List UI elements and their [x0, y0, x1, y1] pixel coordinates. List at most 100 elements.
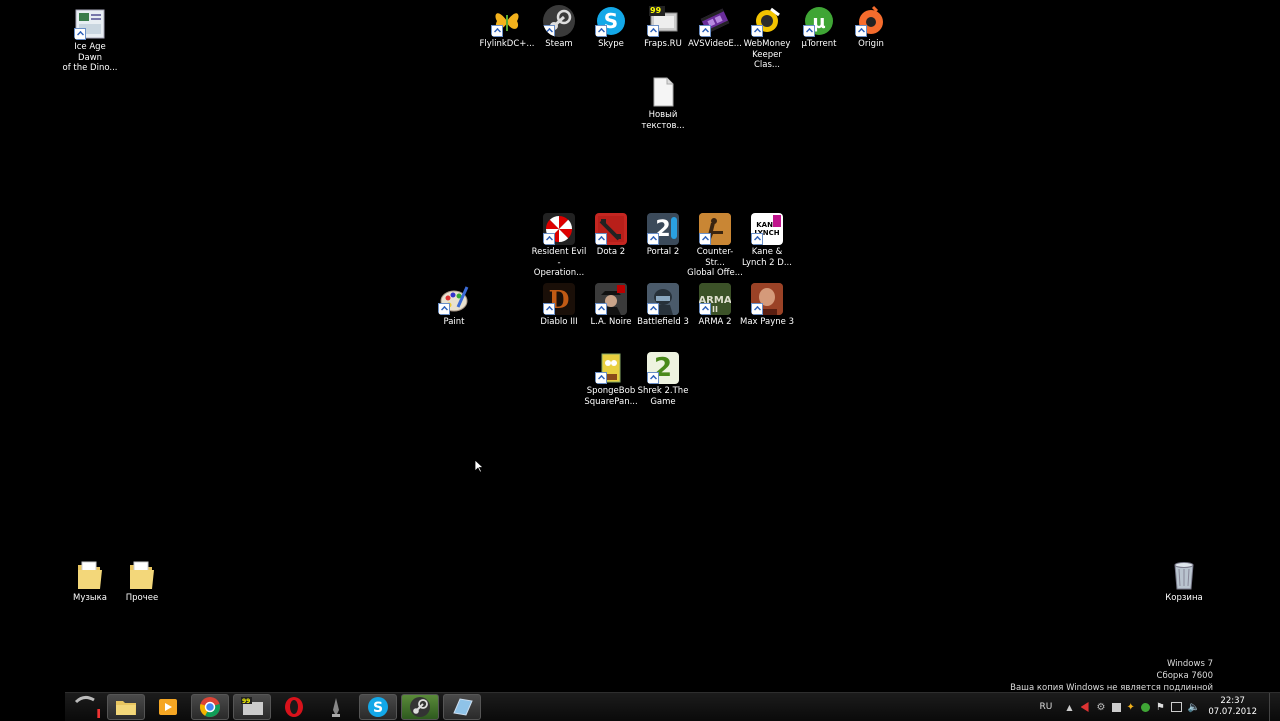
- icon-label: AVSVideoE...: [688, 39, 742, 49]
- svg-text:п: п: [96, 703, 100, 720]
- desktop-icon-max-payne3[interactable]: Max Payne 3: [739, 283, 795, 328]
- clock-time: 22:37: [1220, 696, 1245, 706]
- desktop-icon-new-text[interactable]: Новый текстов...: [635, 76, 691, 131]
- system-tray: RU ▲ ⚙ ✦ ⚑ 🔈 22:37 07.07.2012: [1040, 693, 1280, 721]
- skype-icon: S: [595, 5, 627, 37]
- taskbar-app[interactable]: [317, 694, 355, 720]
- origin-icon: [855, 5, 887, 37]
- icon-label: Steam: [545, 39, 573, 49]
- svg-text:S: S: [373, 700, 383, 716]
- tray-flag-icon[interactable]: ⚑: [1156, 702, 1165, 713]
- desktop-icon-dota2[interactable]: Dota 2: [583, 213, 639, 258]
- start-icon: п: [74, 695, 100, 720]
- desktop-icon-origin[interactable]: Origin: [843, 5, 899, 50]
- icon-label: Новый текстов...: [641, 110, 685, 131]
- text-file-icon: [647, 76, 679, 108]
- icon-label: Ice Age Dawn of the Dino...: [62, 42, 118, 73]
- tray-network-icon[interactable]: [1170, 702, 1182, 712]
- tray-utorrent-icon[interactable]: [1140, 702, 1150, 712]
- skype-icon: S: [368, 697, 388, 717]
- desktop-icon-webmoney[interactable]: WebMoney Keeper Clas...: [739, 5, 795, 71]
- desktop-icon-skype[interactable]: S Skype: [583, 5, 639, 50]
- desktop-icon-shrek2[interactable]: 2 Shrek 2.The Game: [635, 352, 691, 407]
- show-hidden-icons-icon[interactable]: ▲: [1066, 703, 1072, 712]
- mouse-cursor-icon: [474, 458, 485, 477]
- icon-label: Paint: [443, 317, 465, 327]
- desktop-icon-kane-lynch[interactable]: KANE LYNCH Kane & Lynch 2 D...: [739, 213, 795, 268]
- svg-text:II: II: [712, 305, 718, 314]
- diablo-icon: D: [543, 283, 575, 315]
- icon-label: Max Payne 3: [740, 317, 794, 327]
- start-button[interactable]: п: [67, 694, 103, 720]
- tray-box-icon[interactable]: [1111, 702, 1121, 712]
- icon-label: Origin: [858, 39, 884, 49]
- spongebob-icon: [595, 352, 627, 384]
- desktop-icon-utorrent[interactable]: µ µTorrent: [791, 5, 847, 50]
- svg-text:99: 99: [242, 698, 250, 705]
- desktop-icon-spongebob[interactable]: SpongeBob SquarePan...: [583, 352, 639, 407]
- fraps-icon: 99: [241, 697, 263, 715]
- volume-icon[interactable]: 🔈: [1188, 702, 1200, 713]
- desktop-icon-counter-strike[interactable]: Counter-Str... Global Offe...: [687, 213, 743, 279]
- icon-label: Skype: [598, 39, 624, 49]
- desktop-icon-paint[interactable]: Paint: [426, 283, 482, 328]
- media-player-icon: [159, 699, 177, 715]
- desktop-icon-diablo3[interactable]: D Diablo III: [531, 283, 587, 328]
- icon-label: Counter-Str... Global Offe...: [687, 247, 743, 278]
- taskbar-window[interactable]: [443, 694, 481, 720]
- utorrent-icon: µ: [803, 5, 835, 37]
- desktop-icon-steam[interactable]: Steam: [531, 5, 587, 50]
- desktop-icon-recycle-bin[interactable]: Корзина: [1156, 559, 1212, 604]
- taskbar-explorer[interactable]: [107, 694, 145, 720]
- icon-label: WebMoney Keeper Clas...: [743, 39, 791, 70]
- explorer-icon: [116, 701, 136, 715]
- desktop-icon-battlefield3[interactable]: Battlefield 3: [635, 283, 691, 328]
- watermark-line2: Сборка 7600: [1156, 671, 1213, 681]
- taskbar-skype[interactable]: S: [359, 694, 397, 720]
- desktop-icon-flylink[interactable]: FlylinkDC+...: [479, 5, 535, 50]
- show-desktop-button[interactable]: [1269, 693, 1280, 721]
- clock-date: 07.07.2012: [1208, 707, 1257, 717]
- tray-red-icon[interactable]: [1080, 702, 1089, 712]
- icon-label: Diablo III: [540, 317, 578, 327]
- folder-icon: [126, 559, 158, 591]
- butterfly-icon: [491, 5, 523, 37]
- desktop-icon-other-folder[interactable]: Прочее: [114, 559, 170, 604]
- portal-icon: 2: [647, 213, 679, 245]
- icon-label: Корзина: [1165, 593, 1203, 603]
- desktop-icon-portal2[interactable]: 2 Portal 2: [635, 213, 691, 258]
- kane-lynch-icon: KANE LYNCH: [751, 213, 783, 245]
- desktop-icon-resident-evil[interactable]: Resident Evil - Operation...: [531, 213, 587, 279]
- taskbar-fraps[interactable]: 99: [233, 694, 271, 720]
- battlefield-icon: [647, 283, 679, 315]
- chrome-icon: [200, 697, 220, 718]
- tray-butterfly-icon[interactable]: ✦: [1127, 702, 1135, 713]
- icon-label: Музыка: [73, 593, 107, 603]
- taskbar-chrome[interactable]: [191, 694, 229, 720]
- taskbar: п 99 S RU ▲ ⚙ ✦ ⚑ 🔈 22:37 07.07: [65, 692, 1280, 721]
- desktop-icon-avs[interactable]: AVSVideoE...: [687, 5, 743, 50]
- taskbar-media-player[interactable]: [149, 694, 187, 720]
- tray-gear-icon[interactable]: ⚙: [1097, 702, 1106, 713]
- icon-label: SpongeBob SquarePan...: [584, 386, 638, 407]
- icon-label: Shrek 2.The Game: [637, 386, 689, 407]
- desktop-icon-music-folder[interactable]: Музыка: [62, 559, 118, 604]
- film-icon: [699, 5, 731, 37]
- icon-label: Прочее: [125, 593, 159, 603]
- steam-icon: [543, 5, 575, 37]
- desktop-icon-iceage[interactable]: Ice Age Dawn of the Dino...: [62, 8, 118, 74]
- palette-icon: [438, 283, 470, 315]
- max-payne-icon: [751, 283, 783, 315]
- clock[interactable]: 22:37 07.07.2012: [1208, 696, 1257, 718]
- taskbar-steam[interactable]: [401, 694, 439, 720]
- arma-icon: ARMA II: [699, 283, 731, 315]
- fraps-icon: 99: [647, 5, 679, 37]
- desktop-icon-arma2[interactable]: ARMA II ARMA 2: [687, 283, 743, 328]
- iceage-icon: [74, 8, 106, 40]
- desktop-icon-la-noire[interactable]: L.A. Noire: [583, 283, 639, 328]
- umbrella-icon: [543, 213, 575, 245]
- taskbar-opera[interactable]: [275, 694, 313, 720]
- watermark-line1: Windows 7: [1166, 659, 1213, 669]
- desktop-icon-fraps[interactable]: 99 Fraps.RU: [635, 5, 691, 50]
- language-indicator[interactable]: RU: [1040, 702, 1053, 712]
